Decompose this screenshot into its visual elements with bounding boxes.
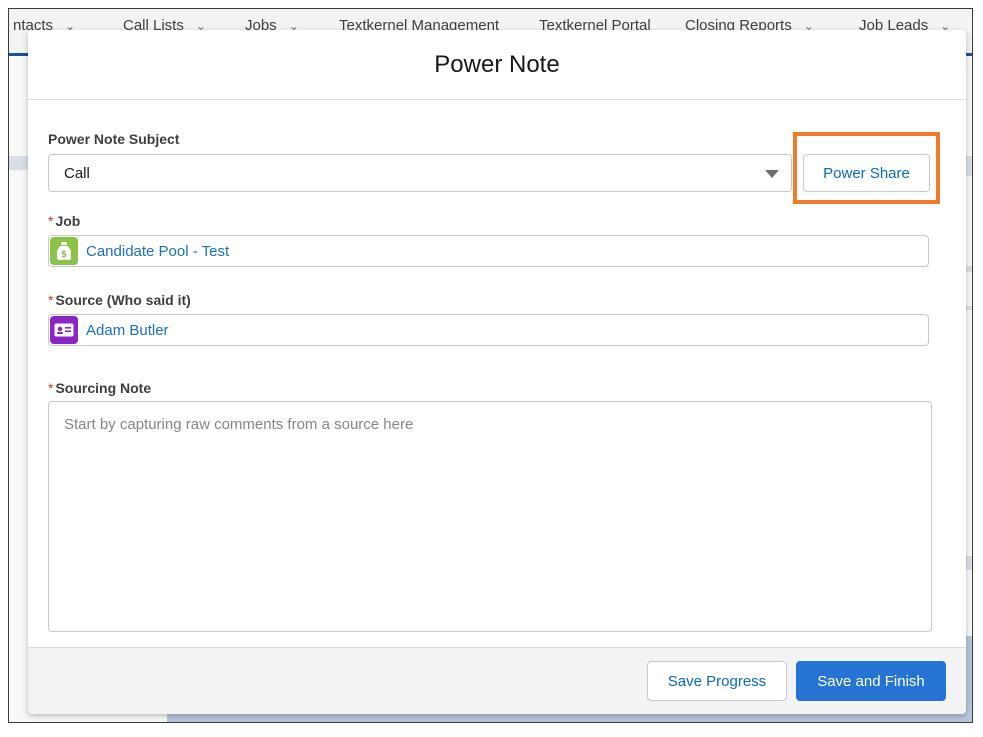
modal-header: Power Note [28, 30, 966, 100]
save-progress-button[interactable]: Save Progress [647, 661, 787, 701]
source-lookup-value[interactable]: Adam Butler [86, 322, 169, 339]
sourcing-note-label: * Sourcing Note [48, 380, 151, 396]
required-marker: * [48, 213, 54, 229]
subject-select-value: Call [64, 164, 90, 182]
contact-card-icon [50, 316, 78, 344]
required-marker: * [48, 380, 54, 396]
modal-title: Power Note [434, 50, 560, 78]
job-label-text: Job [55, 213, 81, 229]
sourcing-note-placeholder: Start by capturing raw comments from a s… [64, 416, 414, 433]
source-label: * Source (Who said it) [48, 292, 191, 308]
modal-footer: Save Progress Save and Finish [28, 647, 966, 714]
source-label-text: Source (Who said it) [55, 292, 191, 308]
highlight-box [793, 132, 940, 204]
background-panel [9, 156, 28, 170]
sourcing-note-label-text: Sourcing Note [55, 380, 152, 396]
subject-label: Power Note Subject [48, 131, 180, 147]
job-lookup-value[interactable]: Candidate Pool - Test [86, 243, 229, 260]
job-lookup-field[interactable]: $ Candidate Pool - Test [48, 235, 929, 267]
svg-text:$: $ [61, 250, 67, 260]
required-marker: * [48, 292, 54, 308]
job-label: * Job [48, 213, 80, 229]
sourcing-note-textarea[interactable]: Start by capturing raw comments from a s… [48, 401, 932, 632]
source-lookup-field[interactable]: Adam Butler [48, 314, 929, 346]
save-and-finish-button[interactable]: Save and Finish [796, 661, 946, 701]
money-bag-icon: $ [50, 237, 78, 265]
subject-select[interactable]: Call [48, 154, 792, 192]
screenshot-frame: ntacts ⌄ Call Lists ⌄ Jobs ⌄ Textkernel Man… [8, 8, 973, 723]
power-note-modal: Power Note Power Note Subject Call Power… [28, 30, 966, 714]
modal-body: Power Note Subject Call Power Share * Job… [28, 100, 966, 648]
caret-down-icon [765, 170, 779, 178]
